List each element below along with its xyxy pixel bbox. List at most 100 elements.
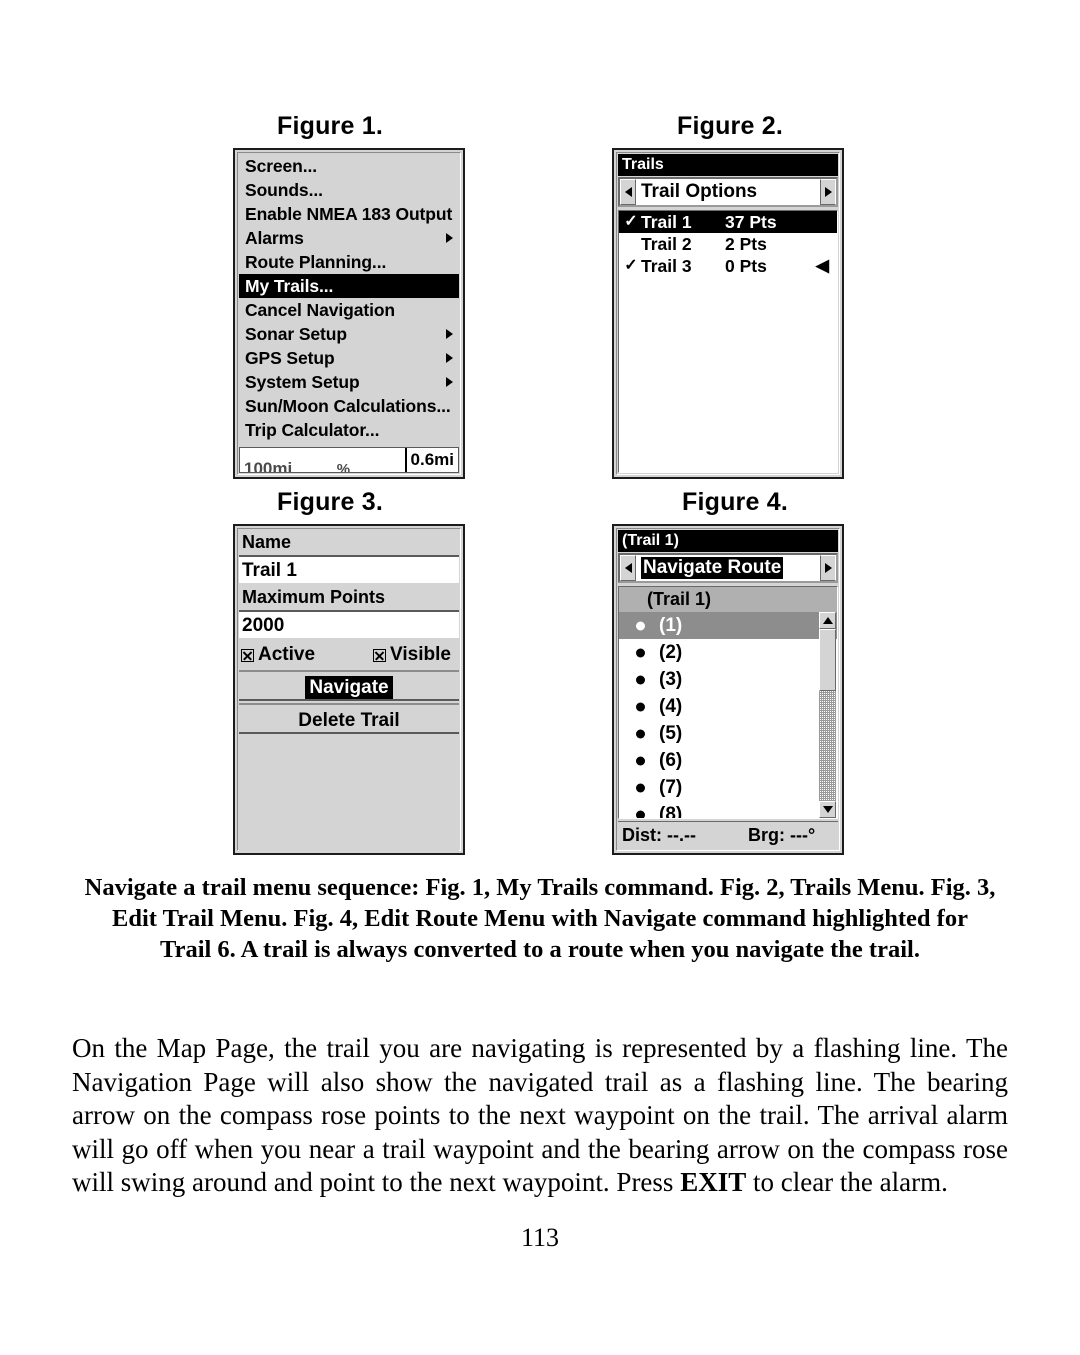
table-row[interactable]: ✓ Trail 1 37 Pts	[619, 211, 837, 233]
body-text-part-2: to clear the alarm.	[746, 1167, 948, 1197]
menu-item-my-trails[interactable]: My Trails...	[239, 274, 459, 298]
scrollbar-track[interactable]	[819, 629, 836, 801]
selector-left-button[interactable]	[620, 179, 636, 205]
selector-right-button[interactable]	[820, 555, 836, 581]
menu-item-sonar-setup[interactable]: Sonar Setup	[239, 322, 459, 346]
menu-item-label: My Trails...	[245, 276, 334, 296]
active-checkbox-label: Active	[258, 644, 316, 665]
list-item[interactable]: (3)	[619, 666, 837, 693]
trail-flags-row: Active Visible	[239, 640, 459, 670]
route-status-bar: Dist: --.-- Brg: ---°	[618, 821, 838, 849]
menu-item-label: Sonar Setup	[245, 324, 347, 344]
trail-active-check-icon: ✓	[624, 257, 638, 274]
menu-item-alarms[interactable]: Alarms	[239, 226, 459, 250]
waypoint-list-header: (Trail 1)	[619, 587, 837, 612]
waypoint-dot-icon	[636, 783, 645, 792]
list-item[interactable]: (2)	[619, 639, 837, 666]
waypoint-label: (4)	[659, 696, 683, 717]
figure-3-edit-trail-screen: Name Trail 1 Maximum Points 2000 Active …	[233, 524, 465, 855]
table-row[interactable]: Trail 2 2 Pts	[619, 233, 837, 255]
distance-readout: Dist: --.--	[622, 825, 696, 845]
page-number: 113	[520, 1223, 560, 1252]
route-title-bar: (Trail 1)	[618, 530, 838, 552]
scroll-up-button[interactable]	[819, 612, 836, 629]
waypoint-dot-icon	[636, 729, 645, 738]
exit-key-name: EXIT	[680, 1167, 747, 1197]
menu-item-label: Screen...	[245, 156, 318, 176]
menu-item-cancel-navigation[interactable]: Cancel Navigation	[239, 298, 459, 322]
submenu-arrow-icon	[446, 233, 453, 243]
figure-1-label: Figure 1.	[277, 112, 383, 140]
menu-item-system-setup[interactable]: System Setup	[239, 370, 459, 394]
name-field-value[interactable]: Trail 1	[239, 555, 459, 583]
menu-item-screen[interactable]: Screen...	[239, 154, 459, 178]
menu-item-label: GPS Setup	[245, 348, 335, 368]
maximum-points-field-value[interactable]: 2000	[239, 610, 459, 638]
menu-item-sun-moon-calculations[interactable]: Sun/Moon Calculations...	[239, 394, 459, 418]
chevron-right-icon	[824, 563, 832, 573]
menu-item-route-planning[interactable]: Route Planning...	[239, 250, 459, 274]
list-item[interactable]: (6)	[619, 747, 837, 774]
selector-value: Navigate Route	[641, 557, 784, 579]
waypoint-list-scrollbar[interactable]	[819, 612, 836, 818]
submenu-arrow-icon	[446, 377, 453, 387]
waypoint-label: (7)	[659, 777, 683, 798]
active-checkbox[interactable]: Active	[241, 644, 315, 666]
selector-value: Trail Options	[641, 181, 758, 202]
waypoint-dot-icon	[636, 702, 645, 711]
waypoint-label: (2)	[659, 642, 683, 663]
waypoint-label: (1)	[659, 615, 683, 636]
scrollbar-thumb[interactable]	[819, 629, 836, 691]
trail-points: 37 Pts	[725, 212, 777, 232]
manual-page: Figure 1. Screen... Sounds... Enable NME…	[0, 0, 1080, 1355]
maximum-points-field-label: Maximum Points	[239, 585, 459, 610]
navigate-button-label: Navigate	[305, 676, 393, 699]
scroll-down-button[interactable]	[819, 801, 836, 818]
chevron-down-icon	[822, 806, 833, 813]
map-scale-value: 0.6mi	[404, 448, 458, 472]
trails-list: ✓ Trail 1 37 Pts Trail 2 2 Pts ✓ Trail 3…	[618, 210, 838, 473]
menu-item-label: Sun/Moon Calculations...	[245, 396, 451, 416]
menu-item-gps-setup[interactable]: GPS Setup	[239, 346, 459, 370]
menu-item-label: Route Planning...	[245, 252, 387, 272]
map-range-value: 100mi	[244, 459, 293, 473]
menu-item-label: Sounds...	[245, 180, 323, 200]
name-field-label: Name	[239, 530, 459, 555]
visible-checkbox-label: Visible	[390, 644, 451, 665]
trail-options-selector[interactable]: Trail Options	[618, 177, 838, 207]
figure-4-label: Figure 4.	[682, 488, 788, 516]
form-empty-area	[239, 736, 459, 853]
menu-item-trip-calculator[interactable]: Trip Calculator...	[239, 418, 459, 442]
navigate-button[interactable]: Navigate	[239, 670, 459, 701]
chevron-up-icon	[822, 617, 833, 624]
list-item[interactable]: (7)	[619, 774, 837, 801]
list-item[interactable]: (4)	[619, 693, 837, 720]
selector-right-button[interactable]	[820, 179, 836, 205]
selector-label: Trail Options	[636, 179, 820, 205]
delete-trail-button[interactable]: Delete Trail	[239, 703, 459, 734]
selector-left-button[interactable]	[620, 555, 636, 581]
visible-checkbox[interactable]: Visible	[373, 644, 451, 666]
menu-item-sounds[interactable]: Sounds...	[239, 178, 459, 202]
trail-name: Trail 1	[641, 212, 692, 232]
list-item[interactable]: (5)	[619, 720, 837, 747]
navigate-route-selector[interactable]: Navigate Route	[618, 553, 838, 583]
waypoint-list: (Trail 1) (1) (2) (3) (4) (5) (6) (7) (8…	[618, 586, 838, 819]
menu-item-enable-nmea-183-output[interactable]: Enable NMEA 183 Output	[239, 202, 459, 226]
submenu-arrow-icon	[446, 353, 453, 363]
waypoint-dot-icon	[636, 810, 645, 818]
table-row[interactable]: ✓ Trail 3 0 Pts ◀	[619, 255, 837, 277]
map-status-strip: 100mi % 0.6mi	[239, 447, 459, 473]
checkbox-checked-icon	[241, 648, 254, 662]
chevron-left-icon	[624, 563, 632, 573]
figure-4-edit-route-screen: (Trail 1) Navigate Route (Trail 1) (1) (…	[612, 524, 844, 855]
waypoint-label: (8)	[659, 804, 683, 819]
list-item[interactable]: (8)	[619, 801, 837, 819]
menu-item-label: Enable NMEA 183 Output	[245, 204, 453, 224]
list-item[interactable]: (1)	[619, 612, 837, 639]
trail-active-check-icon: ✓	[624, 213, 638, 230]
menu-item-label: Cancel Navigation	[245, 300, 396, 320]
main-menu-list: Screen... Sounds... Enable NMEA 183 Outp…	[239, 154, 459, 466]
body-paragraph: On the Map Page, the trail you are navig…	[72, 1032, 1008, 1200]
waypoint-label: (5)	[659, 723, 683, 744]
